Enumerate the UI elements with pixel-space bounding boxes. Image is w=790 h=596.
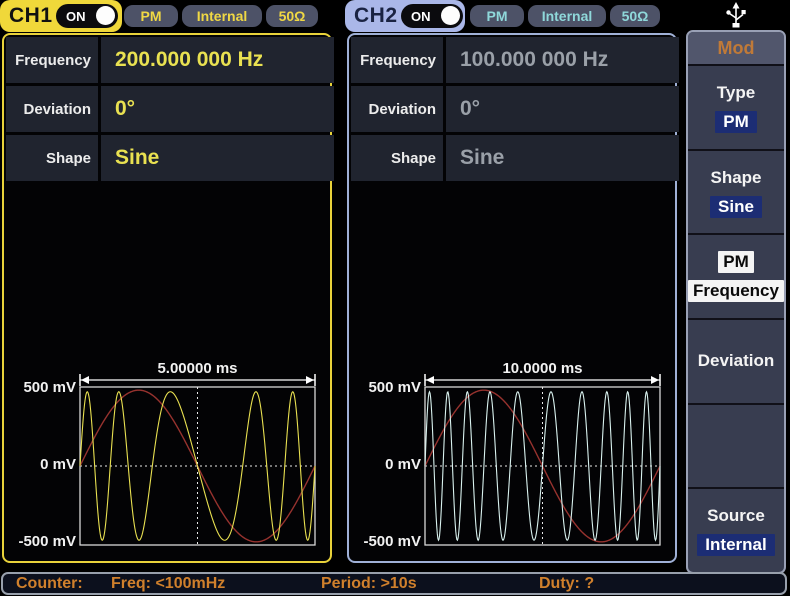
ch1-source-badge: Internal xyxy=(182,5,262,27)
ch2-ylabel-mid: 0 mV xyxy=(349,456,421,473)
ch2-on-label: ON xyxy=(401,9,431,24)
ch1-deviation-value: 0° xyxy=(101,86,334,132)
ch1-on-label: ON xyxy=(56,9,86,24)
ch1-tab-label: CH1 xyxy=(0,4,53,28)
softkey-type-label: Type xyxy=(712,82,760,104)
ch2-shape-value: Sine xyxy=(446,135,679,181)
softkey-type[interactable]: Type PM xyxy=(688,64,784,149)
usb-icon xyxy=(722,2,750,29)
menu-title: Mod xyxy=(688,32,784,64)
ch1-ylabel-mid: 0 mV xyxy=(4,456,76,473)
counter-label: Counter: xyxy=(16,574,83,593)
ch2-waveform-plot xyxy=(423,363,663,549)
ch2-ylabel-bottom: -500 mV xyxy=(349,533,421,550)
counter-period: Period: >10s xyxy=(321,574,417,593)
softkey-shape-value: Sine xyxy=(710,196,762,218)
ch2-deviation-value: 0° xyxy=(446,86,679,132)
ch1-on-toggle[interactable]: ON xyxy=(56,4,118,28)
counter-freq: Freq: <100mHz xyxy=(111,574,225,593)
ch2-on-toggle[interactable]: ON xyxy=(401,4,463,28)
ch2-impedance-badge: 50Ω xyxy=(610,5,660,27)
counter-statusbar: Counter: Freq: <100mHz Period: >10s Duty… xyxy=(1,572,787,595)
ch2-deviation-label: Deviation xyxy=(351,86,443,132)
softkey-menu: Mod Type PM Shape Sine PM Frequency Devi… xyxy=(686,30,786,574)
ch2-frequency-value: 100.000 000 Hz xyxy=(446,37,679,83)
softkey-pm-label: PM xyxy=(718,251,754,273)
ch2-shape-label: Shape xyxy=(351,135,443,181)
ch1-impedance-badge: 50Ω xyxy=(266,5,318,27)
ch1-frequency-value: 200.000 000 Hz xyxy=(101,37,334,83)
ch2-mod-badge: PM xyxy=(470,5,524,27)
ch1-frequency-label: Frequency xyxy=(6,37,98,83)
softkey-pm-frequency[interactable]: PM Frequency xyxy=(688,233,784,318)
ch2-source-badge: Internal xyxy=(528,5,606,27)
softkey-source-value: Internal xyxy=(697,534,774,556)
ch1-deviation-label: Deviation xyxy=(6,86,98,132)
ch2-toggle-knob xyxy=(441,6,460,25)
ch1-ylabel-top: 500 mV xyxy=(4,379,76,396)
softkey-deviation-label: Deviation xyxy=(693,350,780,372)
softkey-source[interactable]: Source Internal xyxy=(688,487,784,572)
softkey-frequency-label: Frequency xyxy=(688,280,784,302)
softkey-deviation[interactable]: Deviation xyxy=(688,318,784,403)
softkey-empty[interactable] xyxy=(688,403,784,488)
ch2-tab-label: CH2 xyxy=(345,4,398,28)
softkey-shape[interactable]: Shape Sine xyxy=(688,149,784,234)
ch1-toggle-knob xyxy=(96,6,115,25)
ch1-ylabel-bottom: -500 mV xyxy=(4,533,76,550)
counter-duty: Duty: ? xyxy=(539,574,594,593)
ch1-mod-badge: PM xyxy=(124,5,178,27)
softkey-type-value: PM xyxy=(715,111,757,133)
ch2-ylabel-top: 500 mV xyxy=(349,379,421,396)
ch1-waveform-plot xyxy=(78,363,318,549)
softkey-source-label: Source xyxy=(702,505,770,527)
ch1-shape-label: Shape xyxy=(6,135,98,181)
ch2-frequency-label: Frequency xyxy=(351,37,443,83)
softkey-shape-label: Shape xyxy=(705,167,766,189)
ch1-shape-value: Sine xyxy=(101,135,334,181)
